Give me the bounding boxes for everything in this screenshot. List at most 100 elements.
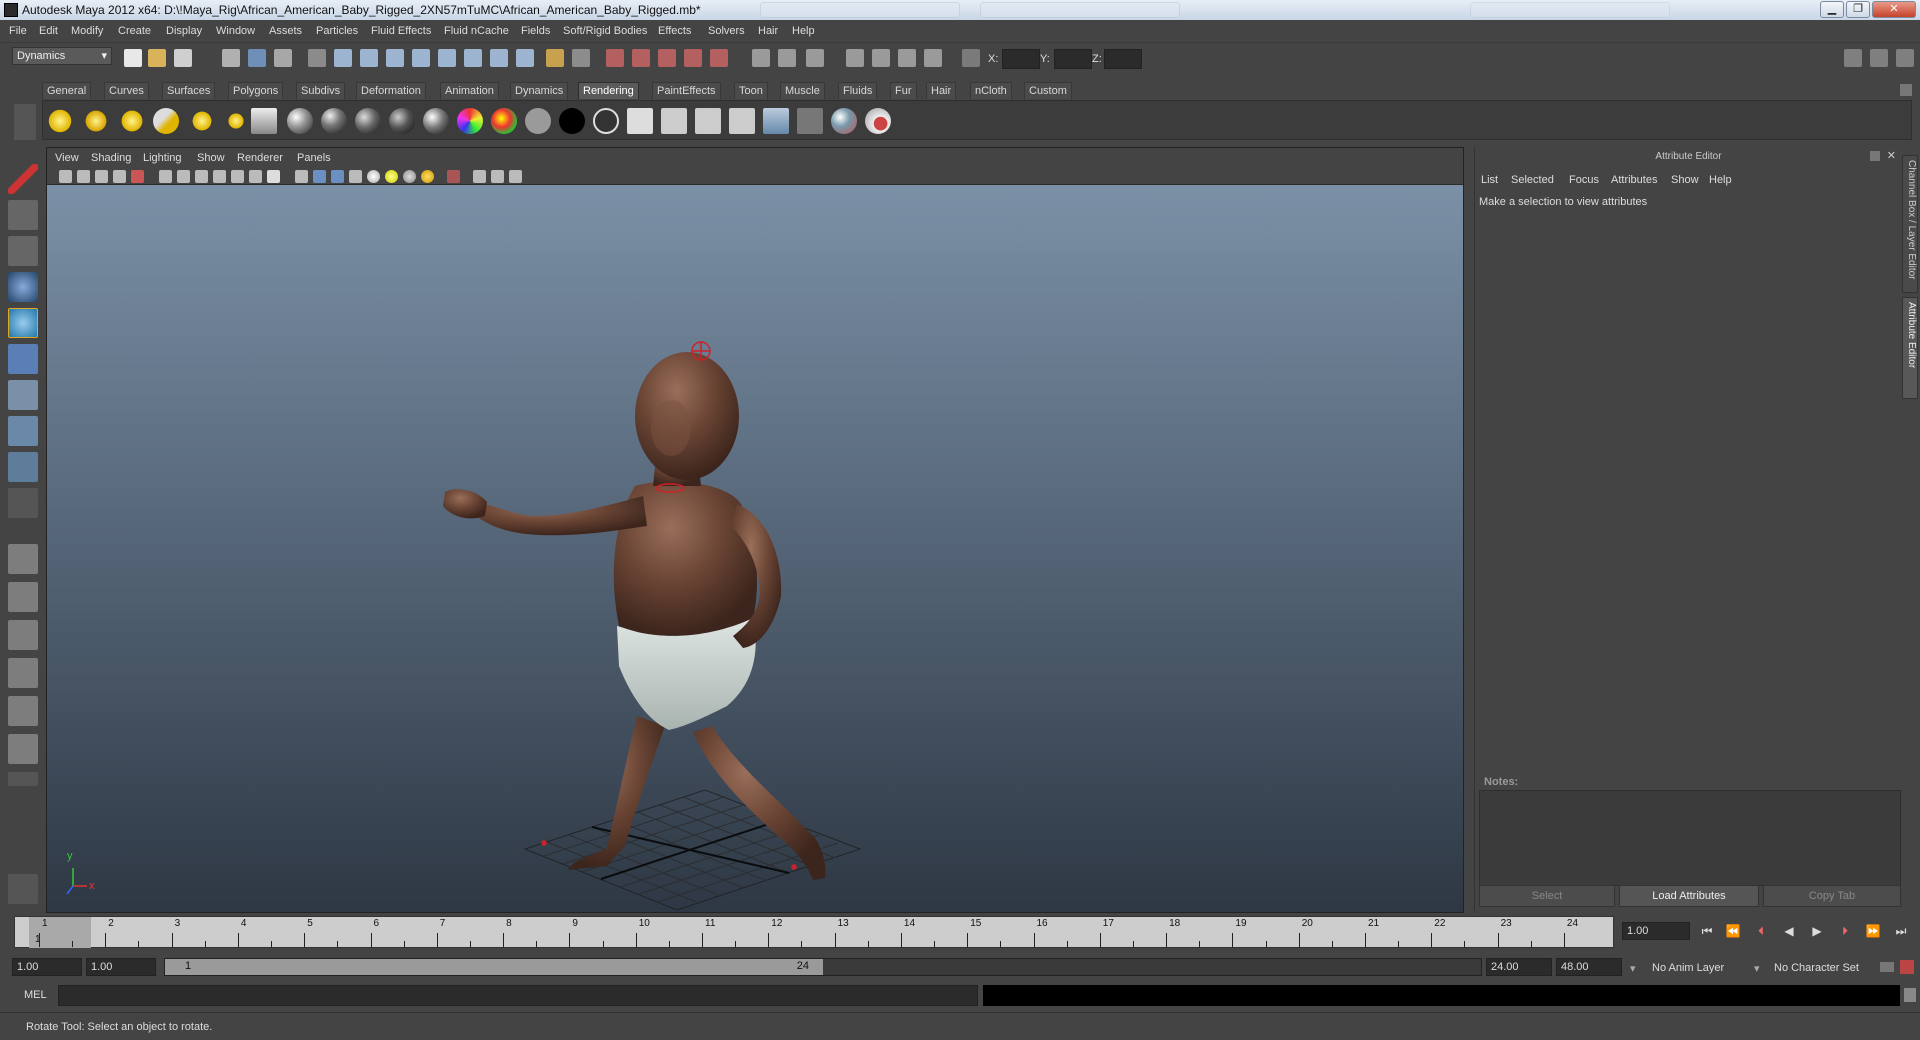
toolbox-hand-icon[interactable] — [8, 874, 38, 904]
film-gate-icon[interactable] — [177, 170, 190, 183]
vp-menu-shading[interactable]: Shading — [91, 152, 131, 164]
snap-to-curve-icon[interactable] — [632, 49, 650, 67]
menu-solvers[interactable]: Solvers — [708, 25, 745, 37]
lock-selection-icon[interactable] — [546, 49, 564, 67]
playback-end-field[interactable]: 24.00 — [1486, 958, 1552, 976]
snap-to-point-icon[interactable] — [658, 49, 676, 67]
highlight-selection-icon[interactable] — [572, 49, 590, 67]
range-handle[interactable]: 1 24 — [165, 959, 823, 975]
safe-title-icon[interactable] — [267, 170, 280, 183]
shadows-icon[interactable] — [403, 170, 416, 183]
select-button[interactable]: Select — [1479, 885, 1615, 907]
mask-dropdown-icon[interactable] — [308, 49, 326, 67]
tab-surfaces[interactable]: Surfaces — [162, 82, 216, 99]
hypershade-persp-layout-icon[interactable] — [8, 734, 38, 764]
ramp-shader-icon[interactable] — [457, 108, 483, 134]
menu-fluid-effects[interactable]: Fluid Effects — [371, 25, 431, 37]
tab-polygons[interactable]: Polygons — [228, 82, 284, 99]
select-by-component-icon[interactable] — [274, 49, 292, 67]
character-set-dropdown[interactable]: No Character Set — [1774, 962, 1859, 974]
tab-ncloth[interactable]: nCloth — [970, 82, 1012, 99]
script-language-label[interactable]: MEL — [24, 989, 47, 1001]
render-settings-icon[interactable] — [898, 49, 916, 67]
chevron-down-icon[interactable]: ▾ — [1630, 962, 1636, 975]
show-manipulator-icon[interactable] — [8, 452, 38, 482]
layout-options-icon[interactable] — [8, 772, 38, 786]
gate-mask-icon[interactable] — [213, 170, 226, 183]
ae-menu-attributes[interactable]: Attributes — [1611, 174, 1657, 186]
new-scene-icon[interactable] — [124, 49, 142, 67]
select-misc-icon[interactable] — [516, 49, 534, 67]
hypershade-window-icon[interactable] — [627, 108, 653, 134]
ipr-render-icon[interactable] — [872, 49, 890, 67]
camera-attributes-icon[interactable] — [77, 170, 90, 183]
scale-tool-icon[interactable] — [8, 344, 38, 374]
ae-menu-list[interactable]: List — [1481, 174, 1498, 186]
rotate-tool-icon[interactable] — [8, 308, 38, 338]
save-scene-icon[interactable] — [174, 49, 192, 67]
transform-mode-icon[interactable] — [962, 49, 980, 67]
select-handles-icon[interactable] — [334, 49, 352, 67]
animation-end-field[interactable]: 48.00 — [1556, 958, 1622, 976]
open-scene-icon[interactable] — [148, 49, 166, 67]
textured-icon[interactable] — [349, 170, 362, 183]
play-forwards-icon[interactable]: ▶ — [1808, 924, 1826, 940]
directional-light-icon[interactable] — [83, 108, 109, 134]
outliner-persp-graph-layout-icon[interactable] — [8, 696, 38, 726]
soft-modification-icon[interactable] — [8, 416, 38, 446]
render-settings-window-icon[interactable] — [695, 108, 721, 134]
ambient-light-icon[interactable] — [47, 108, 73, 134]
ipr-render-current-icon[interactable] — [763, 108, 789, 134]
tab-subdivs[interactable]: Subdivs — [296, 82, 346, 99]
isolate-select-icon[interactable] — [447, 170, 460, 183]
select-rendering-icon[interactable] — [490, 49, 508, 67]
animation-start-field[interactable]: 1.00 — [12, 958, 82, 976]
tab-attribute-editor[interactable]: Attribute Editor — [1902, 297, 1918, 399]
vp-menu-panels[interactable]: Panels — [297, 152, 331, 164]
menu-fluid-ncache[interactable]: Fluid nCache — [444, 25, 509, 37]
input-output-icon[interactable] — [752, 49, 770, 67]
float-panel-icon[interactable] — [1870, 151, 1880, 161]
menu-window[interactable]: Window — [216, 25, 255, 37]
ae-menu-help[interactable]: Help — [1709, 174, 1732, 186]
select-curves-icon[interactable] — [386, 49, 404, 67]
tab-painteffects[interactable]: PaintEffects — [652, 82, 721, 99]
render-view-icon[interactable] — [846, 49, 864, 67]
tool-settings-toggle-icon[interactable] — [1870, 49, 1888, 67]
blinn-shader-icon[interactable] — [321, 108, 347, 134]
xray-joints-icon[interactable] — [491, 170, 504, 183]
anim-layer-dropdown[interactable]: No Anim Layer — [1652, 962, 1724, 974]
area-light-icon[interactable] — [189, 108, 215, 134]
default-lighting-icon[interactable] — [367, 170, 380, 183]
four-view-layout-icon[interactable] — [8, 582, 38, 612]
select-deformations-icon[interactable] — [438, 49, 456, 67]
vp-menu-renderer[interactable]: Renderer — [237, 152, 283, 164]
menu-modify[interactable]: Modify — [71, 25, 103, 37]
viewport-canvas[interactable]: y x — [47, 186, 1463, 913]
render-frame-icon[interactable] — [806, 49, 824, 67]
tab-curves[interactable]: Curves — [104, 82, 149, 99]
shelf-menu-icon[interactable] — [1900, 84, 1912, 96]
play-backwards-icon[interactable]: ◀ — [1780, 924, 1798, 940]
step-forward-key-icon[interactable]: ⏩ — [1864, 924, 1882, 940]
menu-fields[interactable]: Fields — [521, 25, 550, 37]
tab-deformation[interactable]: Deformation — [356, 82, 426, 99]
render-current-frame-icon[interactable] — [729, 108, 755, 134]
persp-graph-layout-icon[interactable] — [8, 658, 38, 688]
tab-channel-box-layer-editor[interactable]: Channel Box / Layer Editor — [1902, 155, 1918, 293]
load-attributes-button[interactable]: Load Attributes — [1619, 885, 1759, 907]
use-background-shader-icon[interactable] — [559, 108, 585, 134]
shading-map-icon[interactable] — [593, 108, 619, 134]
tab-rendering[interactable]: Rendering — [578, 82, 639, 99]
select-joints-icon[interactable] — [360, 49, 378, 67]
last-used-tool-icon[interactable] — [8, 488, 38, 518]
move-tool-icon[interactable] — [8, 272, 38, 302]
ae-menu-show[interactable]: Show — [1671, 174, 1699, 186]
lambert-shader-icon[interactable] — [355, 108, 381, 134]
paint-select-tool-icon[interactable] — [8, 236, 38, 266]
tab-muscle[interactable]: Muscle — [780, 82, 825, 99]
z-field[interactable] — [1104, 49, 1142, 69]
vp-menu-show[interactable]: Show — [197, 152, 225, 164]
menu-file[interactable]: File — [9, 25, 27, 37]
universal-manipulator-icon[interactable] — [8, 380, 38, 410]
